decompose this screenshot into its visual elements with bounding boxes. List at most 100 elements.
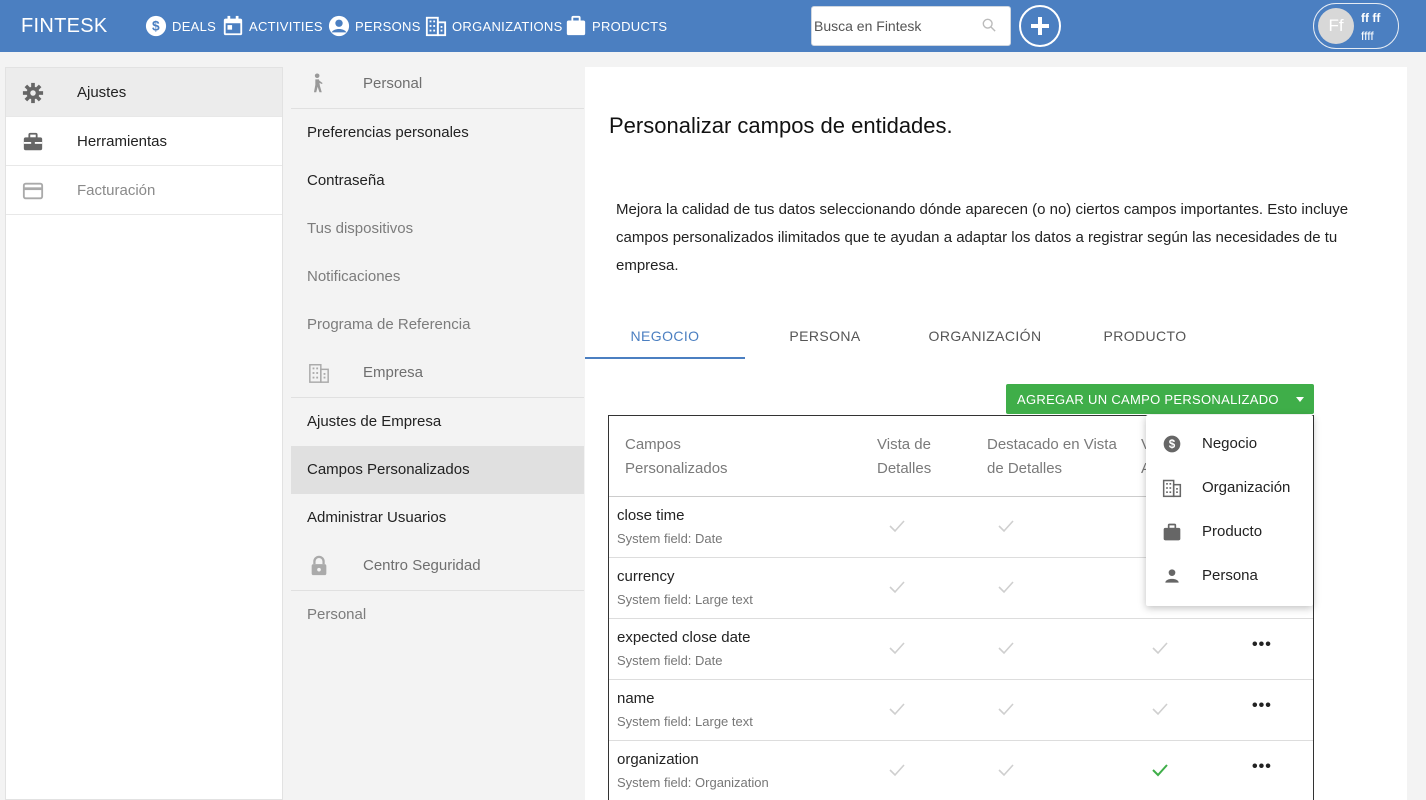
field-type: System field: Date — [617, 531, 723, 546]
sidebar-item-label: Ajustes — [77, 84, 127, 101]
briefcase-icon — [1163, 523, 1181, 541]
nav-products-label: PRODUCTS — [592, 18, 668, 34]
nav-organizations[interactable]: ORGANIZATIONS — [425, 14, 563, 38]
sidebar-item-label: Facturación — [77, 182, 156, 199]
building-icon — [309, 364, 329, 383]
check-off-icon[interactable] — [1150, 638, 1170, 658]
add-button[interactable] — [1019, 5, 1061, 47]
credit-card-icon — [22, 182, 44, 200]
field-name: currency — [617, 568, 675, 585]
field-name: expected close date — [617, 629, 751, 646]
add-custom-field-button[interactable]: AGREGAR UN CAMPO PERSONALIZADO — [1006, 384, 1314, 414]
menu-item-personal-seguridad[interactable]: Personal — [291, 591, 584, 639]
dropdown-item-label: Producto — [1202, 523, 1263, 540]
building-icon — [1162, 479, 1182, 498]
tab-producto[interactable]: PRODUCTO — [1065, 317, 1225, 359]
more-options-icon[interactable]: ••• — [1252, 637, 1272, 653]
menu-item-label: Contraseña — [307, 172, 385, 189]
nav-deals[interactable]: $ DEALS — [145, 14, 216, 38]
settings-submenu: Personal Preferencias personales Contras… — [291, 67, 584, 800]
dollar-circle-icon: $ — [1163, 435, 1181, 453]
dropdown-item-producto[interactable]: Producto — [1146, 510, 1313, 554]
search-icon[interactable] — [982, 18, 996, 32]
check-off-icon[interactable] — [887, 760, 907, 780]
search-input[interactable] — [814, 15, 974, 37]
column-header-destacado: Destacado en Vista de Detalles — [987, 436, 1117, 477]
avatar: Ff — [1318, 8, 1354, 44]
check-off-icon[interactable] — [996, 638, 1016, 658]
tab-negocio[interactable]: NEGOCIO — [585, 317, 745, 359]
nav-persons-label: PERSONS — [355, 18, 421, 34]
entity-tabs: NEGOCIO PERSONA ORGANIZACIÓN PRODUCTO — [585, 317, 1407, 359]
tab-organizacion[interactable]: ORGANIZACIÓN — [905, 317, 1065, 359]
toolbox-icon — [23, 132, 43, 151]
dropdown-item-label: Persona — [1202, 567, 1258, 584]
check-off-icon[interactable] — [887, 516, 907, 536]
menu-item-notificaciones[interactable]: Notificaciones — [291, 253, 584, 301]
menu-item-dispositivos[interactable]: Tus dispositivos — [291, 205, 584, 253]
check-off-icon[interactable] — [996, 699, 1016, 719]
menu-item-contrasena[interactable]: Contraseña — [291, 157, 584, 205]
plus-icon — [1031, 17, 1049, 35]
section-seguridad-header: Centro Seguridad — [291, 542, 584, 591]
section-label: Centro Seguridad — [363, 557, 481, 574]
briefcase-icon — [566, 15, 586, 36]
field-type: System field: Large text — [617, 592, 753, 607]
check-on-icon[interactable] — [1150, 760, 1170, 780]
check-off-icon[interactable] — [887, 699, 907, 719]
menu-item-label: Tus dispositivos — [307, 220, 414, 237]
table-row[interactable]: organization System field: Organization ••… — [609, 741, 1313, 800]
dropdown-item-organizacion[interactable]: Organización — [1146, 466, 1313, 510]
field-name: organization — [617, 751, 699, 768]
menu-item-label: Personal — [307, 606, 367, 623]
caret-down-icon — [1296, 397, 1304, 402]
column-header-campos: Campos Personalizados — [625, 436, 728, 477]
field-name: close time — [617, 507, 685, 524]
nav-deals-label: DEALS — [172, 18, 217, 34]
menu-item-administrar-usuarios[interactable]: Administrar Usuarios — [291, 494, 584, 542]
add-custom-field-label: AGREGAR UN CAMPO PERSONALIZADO — [1017, 392, 1279, 407]
tab-persona[interactable]: PERSONA — [745, 317, 905, 359]
sidebar-item-herramientas[interactable]: Herramientas — [6, 117, 282, 166]
check-off-icon[interactable] — [1150, 699, 1170, 719]
menu-item-label: Programa de Referencia — [307, 316, 471, 333]
menu-item-ajustes-empresa[interactable]: Ajustes de Empresa — [291, 398, 584, 446]
person-walking-icon — [313, 73, 323, 93]
menu-item-label: Ajustes de Empresa — [307, 413, 442, 430]
field-type: System field: Date — [617, 653, 723, 668]
menu-item-referencia[interactable]: Programa de Referencia — [291, 301, 584, 349]
nav-persons[interactable]: PERSONS — [328, 14, 421, 38]
check-off-icon[interactable] — [887, 638, 907, 658]
sidebar-item-ajustes[interactable]: Ajustes — [6, 68, 282, 117]
dropdown-item-negocio[interactable]: $ Negocio — [1146, 422, 1313, 466]
nav-activities[interactable]: ACTIVITIES — [222, 14, 323, 38]
person-icon — [1165, 569, 1179, 583]
check-off-icon[interactable] — [996, 760, 1016, 780]
nav-products[interactable]: PRODUCTS — [565, 14, 667, 38]
more-options-icon[interactable]: ••• — [1252, 759, 1272, 775]
table-row[interactable]: name System field: Large text ••• — [609, 680, 1313, 741]
check-off-icon[interactable] — [887, 577, 907, 597]
gear-icon — [22, 82, 44, 104]
more-options-icon[interactable]: ••• — [1252, 698, 1272, 714]
user-menu[interactable]: Ff ff ff ffff — [1313, 3, 1399, 49]
search-box — [811, 6, 1011, 46]
entity-dropdown-menu: $ Negocio Organización Producto Persona — [1146, 415, 1313, 606]
table-row[interactable]: expected close date System field: Date ••• — [609, 619, 1313, 680]
dropdown-item-persona[interactable]: Persona — [1146, 554, 1313, 598]
app-logo[interactable]: FINTESK — [21, 15, 108, 38]
person-circle-icon — [328, 15, 350, 37]
menu-item-campos-personalizados[interactable]: Campos Personalizados — [291, 446, 584, 494]
sidebar-item-facturacion[interactable]: Facturación — [6, 166, 282, 215]
section-personal-header: Personal — [291, 60, 584, 109]
section-label: Personal — [363, 75, 423, 92]
check-off-icon[interactable] — [996, 516, 1016, 536]
nav-organizations-label: ORGANIZATIONS — [452, 18, 563, 34]
user-company: ffff — [1361, 29, 1374, 43]
section-label: Empresa — [363, 364, 424, 381]
check-off-icon[interactable] — [996, 577, 1016, 597]
menu-item-preferencias[interactable]: Preferencias personales — [291, 109, 584, 157]
nav-activities-label: ACTIVITIES — [249, 18, 323, 34]
column-header-vista-detalles: Vista de Detalles — [877, 436, 932, 477]
dollar-circle-icon: $ — [145, 15, 167, 37]
